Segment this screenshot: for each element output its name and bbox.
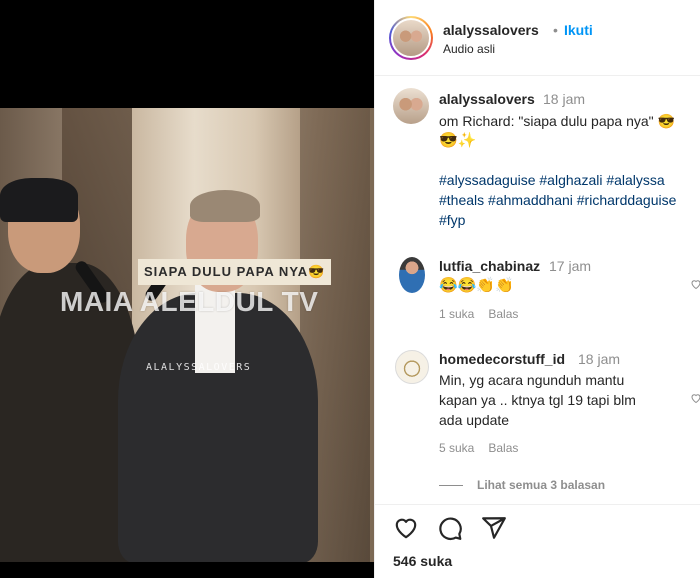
heart-icon[interactable] [393,515,419,541]
caption-text: om Richard: "siapa dulu papa nya" 😎 [439,113,675,129]
video-small-watermark: ALALYSSALOVERS [146,362,252,373]
post-side-panel: alalyssalovers • Ikuti Audio asli alalys… [374,0,700,578]
author-username[interactable]: alalyssalovers [443,22,539,38]
likes-count[interactable]: 546 suka [393,553,452,569]
follow-button[interactable]: Ikuti [564,22,593,38]
audio-link[interactable]: Audio asli [443,42,495,56]
comment-meta: 5 suka Balas [439,441,532,455]
replies-divider [439,485,463,487]
comment-username[interactable]: homedecorstuff_id [439,351,565,367]
post-media[interactable]: SIAPA DULU PAPA NYA😎 MAIA ALELDUL TV ALA… [0,0,374,578]
view-replies-button[interactable]: Lihat semua 3 balasan [439,478,605,492]
person-right-hair [190,190,260,222]
comment-text: 😂😂👏👏 [439,277,514,294]
person-left-hat [0,178,78,222]
comment-time: 18 jam [578,351,621,367]
reply-button[interactable]: Balas [488,307,518,321]
comment-text-line: Min, yg acara ngunduh mantu [439,372,625,388]
post-actions-bar: 546 suka [375,504,700,578]
caption-time: 18 jam [543,91,586,107]
share-icon[interactable] [481,515,507,541]
comment-text-line: kapan ya .. ktnya tgl 19 tapi blm [439,392,636,408]
view-replies-label[interactable]: Lihat semua 3 balasan [477,478,605,492]
comment-username[interactable]: lutfia_chabinaz [439,258,540,274]
comment-likes[interactable]: 1 suka [439,307,474,321]
comment-avatar[interactable] [395,350,429,384]
comment-time: 17 jam [549,258,592,274]
video-watermark: MAIA ALELDUL TV [60,286,319,317]
caption-emoji-line: 😎✨ [439,132,477,149]
caption-username[interactable]: alalyssalovers [439,91,535,107]
comment-meta: 1 suka Balas [439,307,532,321]
caption-hashtags: #alyssadaguise #alghazali #alalyssa #the… [439,170,700,230]
comment-text-line: ada update [439,412,510,428]
post-header: alalyssalovers • Ikuti Audio asli [375,0,700,76]
hashtag-line[interactable]: #theals #ahmaddhani #richarddaguise [439,190,700,210]
hashtag-line[interactable]: #fyp [439,210,700,230]
video-frame[interactable] [0,108,374,563]
comment-like-icon[interactable] [690,278,700,293]
media-letterbox-top [0,0,374,108]
comment-like-icon[interactable] [690,392,700,407]
header-separator: • [553,22,558,38]
reply-button[interactable]: Balas [488,441,518,455]
video-subtitle: SIAPA DULU PAPA NYA😎 [138,259,332,285]
hashtag-line[interactable]: #alyssadaguise #alghazali #alalyssa [439,170,700,190]
comment-icon[interactable] [437,515,463,541]
comment-avatar[interactable] [399,257,425,293]
author-avatar[interactable] [389,16,433,60]
caption-avatar[interactable] [393,88,429,124]
media-letterbox-bottom [0,562,374,578]
comment-likes[interactable]: 5 suka [439,441,474,455]
